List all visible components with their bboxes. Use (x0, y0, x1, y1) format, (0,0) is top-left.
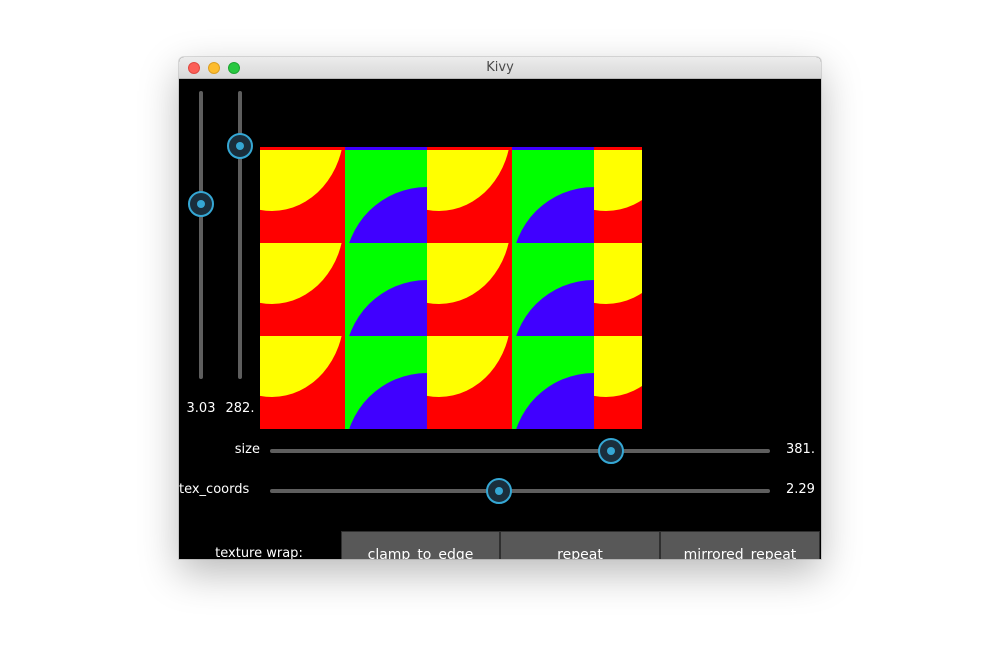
mirrored-repeat-button[interactable]: mirrored_repeat (660, 531, 820, 559)
vertical-slider-left-track[interactable] (199, 91, 203, 379)
texture-tile (594, 243, 642, 336)
tile-yellow-disc (594, 243, 642, 304)
repeat-button[interactable]: repeat (500, 531, 660, 559)
texture-tile (427, 243, 594, 336)
size-slider-thumb[interactable] (598, 438, 624, 464)
texture-tile (427, 150, 594, 243)
texture-tile (427, 336, 594, 429)
app-content: 3.03 282. size 381. tex_coords 2.29 text… (179, 79, 821, 559)
tile-blue-disc (345, 187, 427, 243)
tile-blue-clip (512, 243, 594, 336)
kivy-window: Kivy 3.03 282. size 381. tex_coords 2.29… (179, 57, 821, 559)
tex-coords-slider-track[interactable] (270, 489, 770, 493)
tex-coords-label: tex_coords (179, 482, 250, 497)
window-title: Kivy (486, 60, 514, 75)
tex-coords-value: 2.29 (786, 482, 815, 497)
size-slider-track[interactable] (270, 449, 770, 453)
tile-blue-clip (345, 243, 427, 336)
title-bar: Kivy (179, 57, 821, 79)
tile-blue-disc (345, 373, 427, 429)
size-value: 381. (786, 442, 815, 457)
tile-blue-disc (512, 280, 594, 336)
texture-preview (260, 147, 642, 429)
tile-blue-clip (512, 150, 594, 243)
tile-blue-clip (345, 336, 427, 429)
tex-coords-slider-thumb[interactable] (486, 478, 512, 504)
texture-tile (260, 243, 427, 336)
texture-tile (260, 150, 427, 243)
texture-tile (594, 150, 642, 243)
texture-top-strip (345, 147, 427, 150)
texture-top-strip (512, 147, 594, 150)
size-label: size (234, 442, 260, 457)
vertical-slider-right-thumb[interactable] (227, 133, 253, 159)
texture-tile (260, 336, 427, 429)
tile-blue-disc (345, 280, 427, 336)
tile-blue-clip (512, 336, 594, 429)
tile-blue-disc (512, 187, 594, 243)
tile-blue-disc (512, 373, 594, 429)
clamp-to-edge-button[interactable]: clamp_to_edge (341, 531, 500, 559)
tile-blue-clip (345, 150, 427, 243)
vertical-slider-left-value: 3.03 (186, 401, 216, 416)
tile-yellow-disc (594, 336, 642, 397)
vertical-slider-right-value: 282. (225, 401, 255, 416)
texture-tile (594, 336, 642, 429)
tile-yellow-disc (594, 150, 642, 211)
texture-wrap-label: texture wrap: (215, 546, 303, 559)
vertical-slider-left-thumb[interactable] (188, 191, 214, 217)
